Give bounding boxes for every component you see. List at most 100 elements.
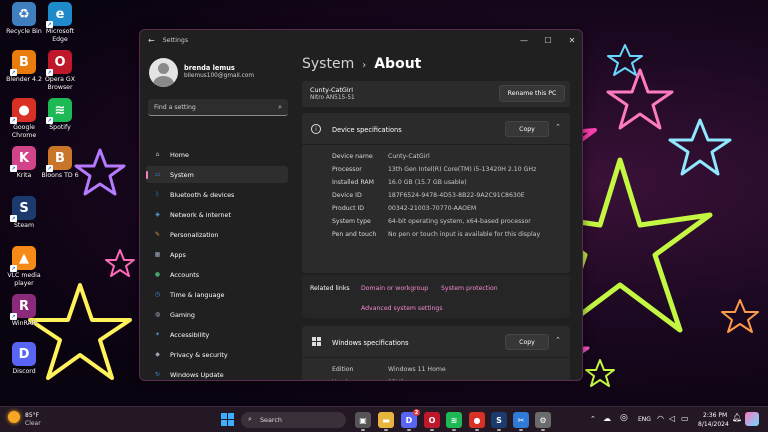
desktop-icon[interactable]: ≋ ↗ Spotify <box>38 98 82 132</box>
accounts-icon: ● <box>154 271 161 278</box>
system-protection-link[interactable]: System protection <box>441 285 498 292</box>
minimize-icon[interactable]: — <box>512 30 536 50</box>
chrome-taskbar-icon[interactable]: ● <box>469 412 485 431</box>
desktop-icon[interactable]: B ↗ Bloons TD 6 <box>38 146 82 180</box>
desktop-icon[interactable]: D Discord <box>2 342 46 376</box>
weather-sun-icon[interactable] <box>8 411 20 423</box>
running-indicator <box>407 429 411 431</box>
discord-taskbar-icon[interactable]: D2 <box>401 409 420 431</box>
find-setting-input[interactable]: Find a setting ⌕ <box>148 99 288 116</box>
start-button[interactable] <box>221 413 234 426</box>
page-title: System › About <box>302 56 421 72</box>
sidebar-item-label: Apps <box>170 250 186 259</box>
sidebar-item-windows-update[interactable]: ↻ Windows Update <box>146 366 288 380</box>
sidebar-item-label: Network & internet <box>170 210 231 219</box>
sidebar-item-label: Bluetooth & devices <box>170 190 235 199</box>
about-page: System › About Cunty-CatGirl Nitro AN515-5… <box>292 50 582 380</box>
advanced-system-settings-link[interactable]: Advanced system settings <box>361 305 443 312</box>
spotify-taskbar-icon[interactable]: ≋ <box>446 412 462 431</box>
running-indicator <box>430 429 434 431</box>
sidebar-item-gaming[interactable]: ◍ Gaming <box>146 306 288 323</box>
desktop-icon[interactable]: ▲ ↗ VLC media player <box>2 246 46 287</box>
taskbar-search[interactable]: ⌕ Search <box>241 412 346 428</box>
pc-name-card: Cunty-CatGirl Nitro AN515-51 Rename this… <box>302 81 570 107</box>
clock-time[interactable]: 2:36 PM <box>703 412 727 419</box>
spotify-icon: ≋ ↗ <box>46 98 72 124</box>
chevron-up-icon[interactable]: ⌃ <box>590 415 596 423</box>
breadcrumb-system[interactable]: System <box>302 56 354 72</box>
chevron-up-icon[interactable]: ⌃ <box>555 336 561 344</box>
sidebar-item-network-internet[interactable]: ◈ Network & internet <box>146 206 288 223</box>
sidebar-item-bluetooth-devices[interactable]: ᛒ Bluetooth & devices <box>146 186 288 203</box>
steam-taskbar-icon[interactable]: S <box>491 412 507 431</box>
copy-device-specs-button[interactable]: Copy <box>505 121 549 137</box>
device-specs-card: i Device specifications Copy ⌃ Device na… <box>302 113 570 273</box>
desktop-icon-label: Recycle Bin <box>6 28 42 35</box>
copy-windows-specs-button[interactable]: Copy <box>505 334 549 350</box>
desktop-icon[interactable]: e ↗ Microsoft Edge <box>38 2 82 43</box>
sidebar-item-time-language[interactable]: ◷ Time & language <box>146 286 288 303</box>
spec-value: 13th Gen Intel(R) Core(TM) i5-13420H 2.1… <box>388 166 537 173</box>
desktop-icon-label: Spotify <box>49 124 71 131</box>
vlc-icon: ▲ ↗ <box>10 246 36 272</box>
sidebar-item-apps[interactable]: ▦ Apps <box>146 246 288 263</box>
running-indicator <box>497 429 501 431</box>
privacy-shield-icon: ◆ <box>155 351 160 358</box>
chevron-up-icon[interactable]: ⌃ <box>555 123 561 131</box>
close-icon[interactable]: ✕ <box>560 30 582 50</box>
sidebar-item-personalization[interactable]: ✎ Personalization <box>146 226 288 243</box>
sidebar-item-accessibility[interactable]: ✦ Accessibility <box>146 326 288 343</box>
info-icon: i <box>311 124 321 134</box>
opera-gx-taskbar-icon[interactable]: O <box>424 412 440 431</box>
spec-value: Cunty-CatGirl <box>388 153 430 160</box>
task-view-icon[interactable]: ▣ <box>355 412 371 431</box>
desktop-icon[interactable]: R ↗ WinRAR <box>2 294 46 328</box>
wifi-icon[interactable]: ◠ <box>657 414 664 423</box>
language-indicator[interactable]: ENG <box>638 416 651 423</box>
title-bar: ← Settings — ☐ ✕ <box>140 30 582 50</box>
shortcut-arrow-icon: ↗ <box>10 69 17 76</box>
desktop-icon[interactable]: O ↗ Opera GX Browser <box>38 50 82 91</box>
onedrive-cloud-icon[interactable]: ☁ <box>603 414 611 423</box>
window-title: Settings <box>162 36 189 44</box>
back-arrow-icon[interactable]: ← <box>148 36 155 45</box>
file-explorer-icon[interactable]: ▬ <box>378 412 394 431</box>
desktop-icon[interactable]: S ↗ Steam <box>2 196 46 230</box>
desktop-icon-label: Bloons TD 6 <box>41 172 79 179</box>
spec-value: 23H2 <box>388 379 404 380</box>
weather-condition[interactable]: Clear <box>25 420 41 427</box>
active-indicator <box>146 171 148 179</box>
winrar-icon: R ↗ <box>10 294 36 320</box>
maximize-icon[interactable]: ☐ <box>536 30 560 50</box>
weather-temp[interactable]: 85°F <box>25 412 39 419</box>
running-indicator <box>361 429 365 431</box>
search-icon: ⌕ <box>278 103 282 111</box>
rename-pc-button[interactable]: Rename this PC <box>499 85 565 102</box>
sidebar-item-home[interactable]: ⌂ Home <box>146 146 288 163</box>
settings-taskbar-icon[interactable]: ⚙ <box>535 412 551 431</box>
sidebar-item-privacy-security[interactable]: ◆ Privacy & security <box>146 346 288 363</box>
clock-date[interactable]: 8/14/2024 <box>698 421 729 428</box>
spec-key: Edition <box>332 366 354 373</box>
desktop-icon-label: Discord <box>12 368 36 375</box>
domain-workgroup-link[interactable]: Domain or workgroup <box>361 285 428 292</box>
pc-name: Cunty-CatGirl <box>310 86 354 94</box>
running-indicator <box>452 429 456 431</box>
user-name: brenda lemus <box>184 64 235 72</box>
avatar[interactable] <box>149 58 178 87</box>
copilot-icon[interactable] <box>745 412 759 426</box>
breadcrumb-separator: › <box>362 60 367 71</box>
sidebar-item-accounts[interactable]: ● Accounts <box>146 266 288 283</box>
volume-icon[interactable]: ◁ <box>669 414 675 423</box>
notification-bell-icon[interactable]: 🔔︎ <box>732 413 742 422</box>
desktop-icon-label: Microsoft Edge <box>45 28 75 43</box>
spec-key: Device name <box>332 153 373 160</box>
snipping-tool-icon[interactable]: ✂ <box>513 412 529 431</box>
battery-icon[interactable]: ▭ <box>681 414 689 423</box>
spec-key: Version <box>332 379 355 380</box>
tray-app-icon[interactable]: ◎ <box>620 413 628 423</box>
sidebar-item-system[interactable]: ▭ System <box>146 166 288 183</box>
system-icon: ▭ <box>154 171 161 178</box>
spec-key: Installed RAM <box>332 179 374 186</box>
windows-update-icon: ↻ <box>154 371 161 378</box>
